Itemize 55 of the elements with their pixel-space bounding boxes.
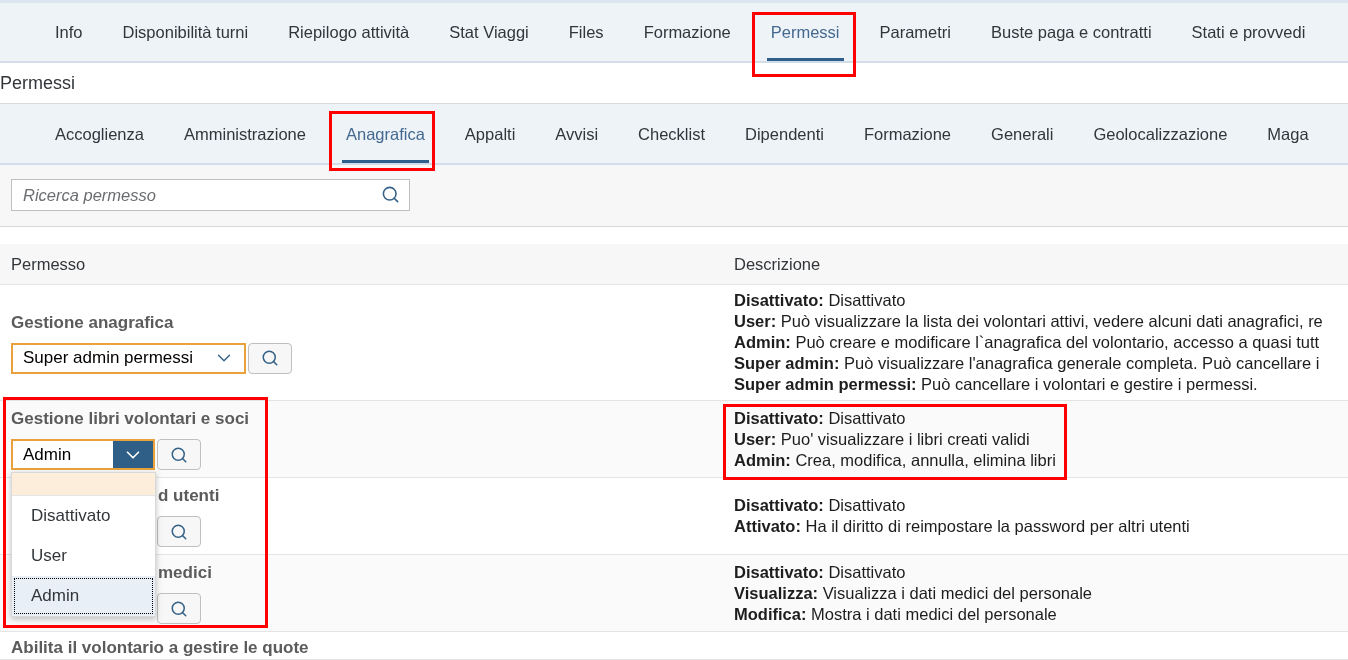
description-line: User: Può visualizzare la lista dei volontari attivi, vedere alcuni dati anagrafici, re	[734, 311, 1323, 332]
tab[interactable]: Dipendenti	[741, 104, 828, 163]
description-line: Modifica: Mostra i dati medici del personale	[734, 603, 1058, 625]
tab[interactable]: Geolocalizzazione	[1089, 104, 1232, 163]
search-button[interactable]	[157, 516, 201, 547]
tab[interactable]: Stati e provvedi	[1187, 3, 1310, 61]
column-header: Descrizione	[734, 254, 821, 273]
permission-title: Abilita il volontario a gestire le quote	[11, 637, 309, 659]
search-button[interactable]	[157, 593, 201, 624]
dropdown-option[interactable]: Disattivato	[12, 496, 155, 536]
tab[interactable]: Buste paga e contratti	[987, 3, 1156, 61]
search-icon	[170, 599, 188, 618]
description-line: Admin: Crea, modifica, annulla, elimina libri	[734, 449, 1056, 471]
search-button[interactable]	[248, 342, 292, 374]
tab[interactable]: Checklist	[634, 104, 710, 163]
tab[interactable]: Avvisi	[551, 104, 603, 163]
dropdown-option[interactable]: Admin	[12, 576, 155, 616]
tab[interactable]: Generali	[987, 104, 1058, 163]
tab[interactable]: Accoglienza	[51, 104, 148, 163]
search-icon	[381, 185, 400, 204]
description-line: Disattivato: Disattivato	[734, 495, 907, 516]
dropdown-option[interactable]: User	[12, 536, 155, 576]
tab[interactable]: Riepilogo attività	[284, 3, 414, 61]
column-header: Permesso	[11, 254, 86, 273]
search-button[interactable]	[157, 439, 201, 470]
dropdown-field[interactable]: Super admin permessi	[11, 342, 246, 374]
description-line: Disattivato: Disattivato	[734, 561, 907, 583]
permission-title: d utenti	[158, 485, 220, 507]
tab[interactable]: Parametri	[875, 3, 956, 61]
tab[interactable]: Formazione	[639, 3, 735, 61]
tab[interactable]: Disponibilità turni	[118, 3, 253, 61]
permission-title: Gestione anagrafica	[11, 311, 174, 334]
tab[interactable]: Amministrazione	[180, 104, 310, 163]
search-icon	[261, 349, 279, 367]
tab[interactable]: Appalti	[460, 104, 520, 163]
tab[interactable]: Formazione	[859, 104, 956, 163]
search-icon	[170, 445, 188, 464]
tab[interactable]: Maga	[1263, 104, 1313, 163]
permission-title: Gestione libri volontari e soci	[11, 408, 250, 430]
description-line: User: Puo' visualizzare i libri creati validi	[734, 428, 1031, 450]
tab[interactable]: Files	[564, 3, 608, 61]
description-line: Visualizza: Visualizza i dati medici del personale	[734, 582, 1092, 604]
description-line: Admin: Può creare e modificare l`anagrafica del volontario, accesso a quasi tutt	[734, 332, 1321, 353]
description-line: Attivato: Ha il diritto di reimpostare la password per altri utenti	[734, 516, 1190, 537]
search-icon	[170, 522, 188, 541]
description-line: Super admin: Può visualizzare l'anagrafica generale completa. Può cancellare i	[734, 353, 1321, 374]
page-title: Permessi	[0, 72, 75, 95]
tab[interactable]: Stat Viaggi	[445, 3, 533, 61]
description-line: Disattivato: Disattivato	[734, 290, 907, 311]
tab[interactable]: Info	[51, 3, 87, 61]
dropdown-field[interactable]: Admin	[11, 439, 155, 470]
description-line: Super admin permessi: Può cancellare i volontari e gestire i permessi.	[734, 374, 1259, 395]
description-line: Disattivato: Disattivato	[734, 407, 907, 429]
search-field[interactable]: Ricerca permesso	[11, 179, 410, 211]
permission-title: medici	[158, 562, 212, 584]
